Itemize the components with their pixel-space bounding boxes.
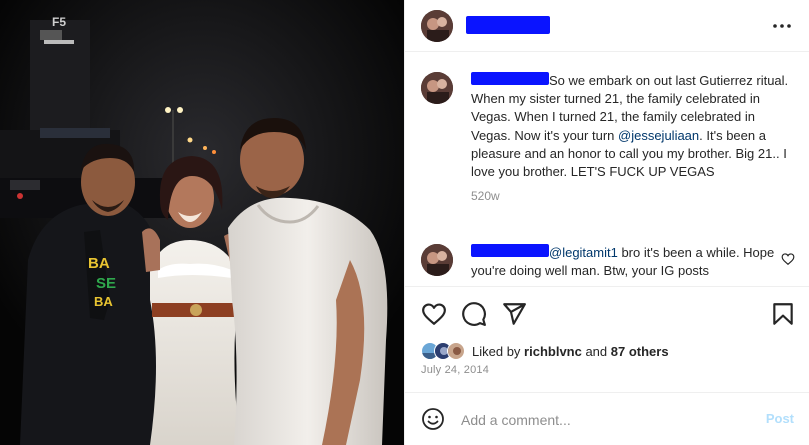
author-avatar-image [421,10,453,42]
commenter-avatar-image [421,244,453,276]
action-bar [405,286,809,340]
bookmark-icon[interactable] [770,301,796,327]
comment-input[interactable] [461,409,741,431]
post-header [405,0,809,52]
send-icon[interactable] [501,301,527,327]
comment-text-block: @legitamit1 bro it's been a while. Hope … [471,244,781,280]
likes-text: Liked by richblvnc and 87 others [472,344,669,359]
caption-mention-link[interactable]: @jessejuliaan [618,128,699,143]
post-date[interactable]: July 24, 2014 [421,364,489,376]
commenter-avatar[interactable] [421,244,453,276]
svg-text:BA: BA [88,255,110,272]
liker-avatar-image [448,343,464,359]
emoji-icon[interactable] [421,407,445,431]
heart-icon[interactable] [421,301,447,327]
liker-avatar [447,342,465,360]
liker-username[interactable]: richblvnc [524,344,582,359]
likes-others-link[interactable]: 87 others [611,344,669,359]
comment-item: @legitamit1 bro it's been a while. Hope … [405,240,809,286]
caption: So we embark on out last Gutierrez ritua… [471,72,791,205]
caption-avatar-image [421,72,453,104]
post-photo[interactable]: F5 BA SE BA [0,0,404,445]
svg-text:SE: SE [96,275,116,292]
author-username-redacted[interactable] [466,16,550,34]
caption-author-avatar[interactable] [421,72,453,104]
more-options-button[interactable] [770,14,794,38]
likes-summary[interactable]: Liked by richblvnc and 87 others [421,340,669,362]
post-comment-button[interactable]: Post [766,411,794,426]
comment-mention-link[interactable]: @legitamit1 [549,245,618,260]
caption-body: So we embark on out last Gutierrez ritua… [471,72,791,181]
comment-text: bro it's been a while. Hope you're doing… [471,245,775,279]
likes-prefix: Liked by [472,343,525,359]
caption-age[interactable]: 520w [471,187,791,205]
likes-connector: and [581,343,611,359]
more-horizontal-icon [773,24,791,28]
svg-text:BA: BA [94,294,113,309]
photo-illustration: F5 BA SE BA [0,0,404,445]
author-avatar[interactable] [421,10,453,42]
add-comment-bar: Post [405,392,809,445]
svg-text:F5: F5 [52,15,66,29]
comment-like-heart-icon[interactable] [781,252,795,266]
post-details-panel: So we embark on out last Gutierrez ritua… [404,0,809,445]
comment-icon[interactable] [461,301,487,327]
